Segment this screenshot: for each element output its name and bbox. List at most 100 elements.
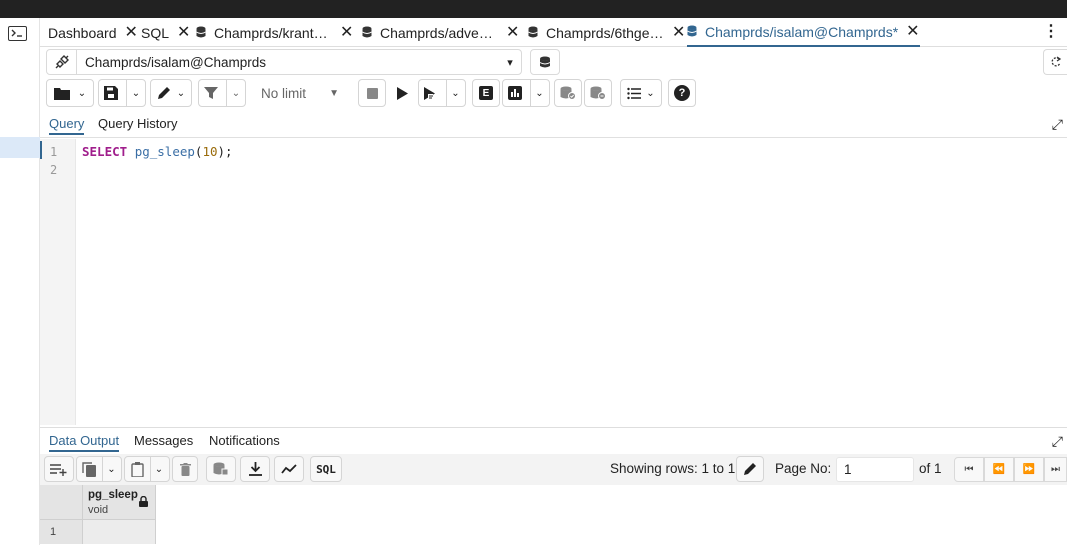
folder-icon (53, 87, 70, 100)
tab-data-output[interactable]: Data Output (49, 433, 120, 452)
cursor-marker (40, 141, 42, 159)
output-toolbar: ⌄ ⌄ SQL Showing rows: 1 to 1 Page No: 1 … (40, 454, 1067, 485)
close-icon[interactable]: ✕ (177, 24, 190, 41)
database-icon[interactable] (530, 49, 560, 75)
next-page-button[interactable]: ⏩ (1014, 457, 1044, 482)
db-rollback-icon (590, 86, 606, 100)
filter-button[interactable]: ⌄ (198, 79, 246, 107)
database-icon (196, 26, 206, 38)
help-button[interactable]: ? (668, 79, 696, 107)
connection-select[interactable]: Champrds/isalam@Champrds ▾ (46, 49, 522, 75)
lock-icon (139, 496, 148, 507)
chevron-down-icon: ⌄ (176, 87, 186, 99)
close-icon[interactable]: ✕ (125, 24, 138, 41)
explain-analyze-button[interactable]: ⌄ (502, 79, 550, 107)
sql-button[interactable]: SQL (310, 456, 342, 482)
explain-button[interactable]: E (472, 79, 500, 107)
row-limit-value: No limit (261, 85, 307, 101)
tab-isalam[interactable]: Champrds/isalam@Champrds* ✕ (687, 18, 920, 47)
tab-label: Champrds/isalam@Champrds* (705, 23, 899, 40)
tab-bar: Dashboard ✕ SQL ✕ Champrds/kranthi... ✕ … (40, 18, 1067, 47)
copy-button[interactable]: ⌄ (76, 456, 122, 482)
tab-query-history[interactable]: Query History (98, 116, 177, 131)
open-file-button[interactable]: ⌄ (46, 79, 94, 107)
paste-button[interactable]: ⌄ (124, 456, 170, 482)
db-save-icon (213, 462, 229, 476)
pencil-icon (744, 463, 756, 475)
database-icon (362, 26, 372, 38)
grid-corner[interactable] (40, 485, 83, 520)
terminal-icon[interactable] (8, 26, 27, 41)
more-options-icon[interactable]: ⋮ (1043, 24, 1059, 40)
chevron-down-icon: ▾ (507, 56, 513, 69)
column-header[interactable]: pg_sleep void (83, 485, 156, 520)
chevron-down-icon: ⌄ (107, 463, 116, 475)
chevron-down-icon: ⌄ (77, 87, 87, 99)
close-icon[interactable]: ✕ (506, 24, 519, 41)
sql-function: pg_sleep (134, 144, 195, 159)
line-number: 2 (50, 163, 58, 177)
close-icon[interactable]: ✕ (906, 23, 919, 40)
column-type: void (88, 504, 109, 516)
connection-bar: Champrds/isalam@Champrds ▾ (40, 47, 1067, 77)
stop-button[interactable] (358, 79, 386, 107)
expand-icon[interactable]: ⤢ (1052, 116, 1063, 133)
sidebar-selected-row[interactable] (0, 137, 40, 158)
row-limit-select[interactable]: No limit ▼ (250, 79, 350, 107)
chevron-down-icon: ⌄ (231, 87, 241, 99)
tab-label: Champrds/advent... (380, 24, 498, 41)
clipboard-icon (131, 461, 144, 477)
tab-dashboard[interactable]: Dashboard ✕ (48, 18, 138, 47)
add-row-button[interactable] (44, 456, 74, 482)
macros-button[interactable]: ⌄ (620, 79, 662, 107)
refresh-icon[interactable] (1043, 49, 1067, 75)
save-button[interactable]: ⌄ (98, 79, 146, 107)
disconnected-plug-icon[interactable] (47, 50, 77, 74)
sql-editor[interactable]: 1 2 SELECT pg_sleep(10); (40, 139, 1067, 425)
first-page-icon: ⏮ (964, 464, 974, 475)
line-gutter: 1 2 (40, 139, 76, 425)
bar-chart-icon (508, 86, 523, 100)
commit-button[interactable] (554, 79, 582, 107)
stop-icon (366, 87, 378, 99)
tab-notifications[interactable]: Notifications (209, 433, 280, 448)
table-cell[interactable] (83, 520, 156, 544)
last-page-button[interactable]: ⏭ (1044, 457, 1067, 482)
page-no-label: Page No: (775, 461, 832, 476)
download-button[interactable] (240, 456, 270, 482)
chevron-down-icon: ⌄ (154, 463, 164, 475)
help-icon: ? (674, 85, 690, 101)
tab-kranthi[interactable]: Champrds/kranthi... ✕ (196, 18, 353, 47)
close-icon[interactable]: ✕ (340, 24, 353, 41)
row-number[interactable]: 1 (40, 520, 83, 544)
results-grid: pg_sleep void 1 (40, 485, 156, 545)
play-script-icon (424, 86, 436, 100)
first-page-button[interactable]: ⏮ (954, 457, 984, 482)
db-commit-icon (560, 86, 576, 100)
expand-icon[interactable]: ⤢ (1052, 433, 1063, 450)
previous-page-button[interactable]: ⏪ (984, 457, 1014, 482)
tab-sql[interactable]: SQL ✕ (141, 18, 190, 47)
showing-rows: Showing rows: 1 to 1 (610, 461, 736, 476)
sql-button-label: SQL (316, 462, 336, 476)
tab-advent[interactable]: Champrds/advent... ✕ (362, 18, 519, 47)
tab-messages[interactable]: Messages (134, 433, 193, 448)
close-icon[interactable]: ✕ (672, 24, 685, 41)
delete-row-button[interactable] (172, 456, 198, 482)
tab-6thgen[interactable]: Champrds/6thgen... ✕ (528, 18, 685, 47)
database-icon (687, 25, 697, 37)
page-number-input[interactable]: 1 (836, 457, 914, 482)
save-data-button[interactable] (206, 456, 236, 482)
execute-button[interactable] (388, 79, 416, 107)
execute-script-button[interactable]: ⌄ (418, 79, 466, 107)
query-tabs: Query Query History ⤢ (40, 112, 1067, 138)
graph-visualiser-button[interactable] (274, 456, 304, 482)
database-icon (528, 26, 538, 38)
column-name: pg_sleep (88, 489, 138, 501)
caret-down-icon: ▼ (329, 87, 339, 99)
edit-button[interactable]: ⌄ (150, 79, 192, 107)
edit-rows-button[interactable] (736, 456, 764, 482)
rollback-button[interactable] (584, 79, 612, 107)
tab-query[interactable]: Query (49, 116, 85, 135)
download-icon (248, 462, 262, 476)
